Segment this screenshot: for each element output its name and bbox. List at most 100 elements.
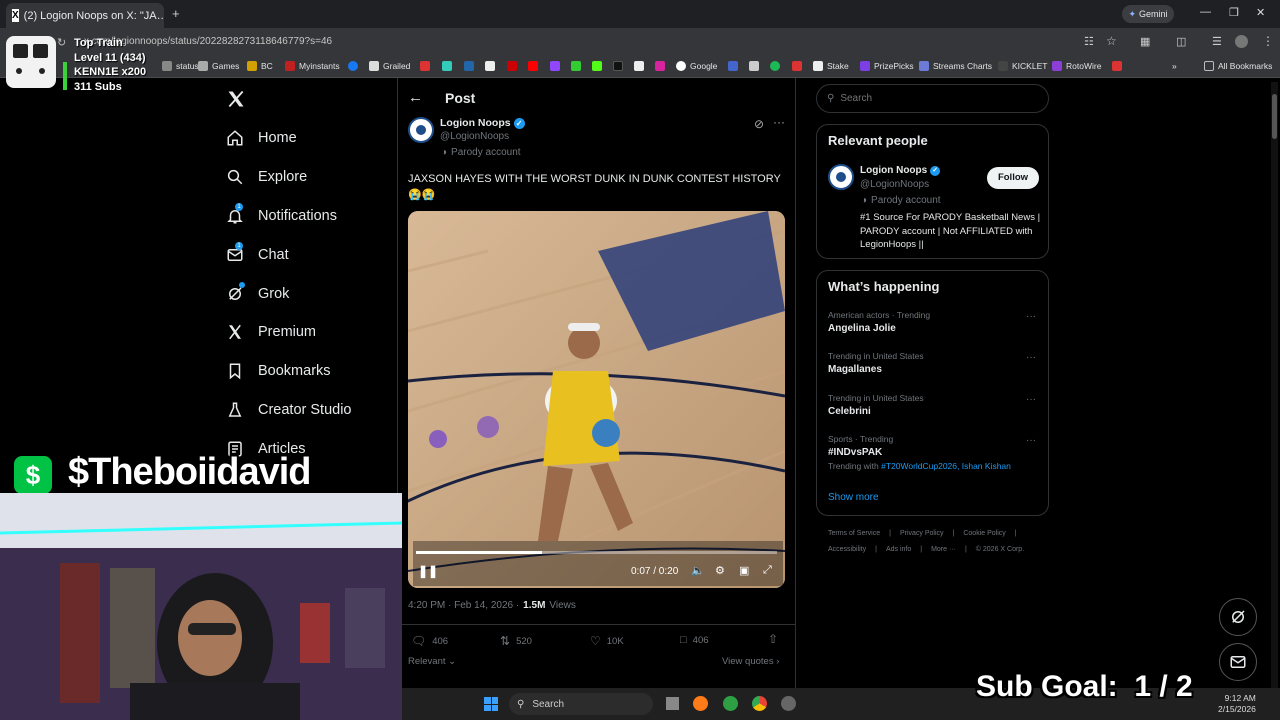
- bookmark-myinstants[interactable]: Myinstants: [285, 61, 340, 71]
- bookmark-instagram[interactable]: [655, 61, 665, 71]
- footer-link[interactable]: Cookie Policy: [963, 530, 1005, 537]
- settings-icon[interactable]: ⚙: [715, 564, 725, 577]
- star-icon[interactable]: ☆: [1106, 34, 1117, 48]
- new-tab-button[interactable]: +: [172, 6, 180, 21]
- footer-link[interactable]: Privacy Policy: [900, 530, 944, 537]
- bookmark-rotowire[interactable]: RotoWire: [1052, 61, 1101, 71]
- bookmark-games[interactable]: Games: [198, 61, 239, 71]
- video-progress-track[interactable]: [416, 551, 777, 554]
- windows-start-icon[interactable]: [484, 697, 498, 711]
- bookmark-icon-3[interactable]: [464, 61, 474, 71]
- window-close-icon[interactable]: ✕: [1256, 6, 1265, 19]
- repost-button[interactable]: ⇅ 520: [500, 634, 532, 648]
- install-icon[interactable]: ☷: [1084, 35, 1094, 48]
- search-box[interactable]: ⚲: [816, 84, 1049, 113]
- bookmark-x[interactable]: [634, 61, 644, 71]
- task-view-icon[interactable]: [666, 697, 679, 710]
- extensions-icon[interactable]: ▦: [1140, 35, 1150, 48]
- profile-avatar[interactable]: [1235, 35, 1248, 48]
- browser-tab[interactable]: X (2) Logion Noops on X: "JA… 🔊 ✕: [6, 3, 164, 28]
- fullscreen-icon[interactable]: ⤢: [763, 564, 772, 577]
- xbox-icon[interactable]: [723, 696, 738, 711]
- bookmark-facebook[interactable]: [348, 61, 358, 71]
- gemini-button[interactable]: ✦ Gemini: [1122, 5, 1174, 23]
- trend-more-icon[interactable]: ···: [1026, 352, 1036, 363]
- footer-link[interactable]: Accessibility: [828, 546, 866, 553]
- nav-explore[interactable]: Explore: [226, 168, 307, 186]
- bookmark-icon-1[interactable]: [420, 61, 430, 71]
- view-quotes-link[interactable]: View quotes ›: [722, 656, 779, 667]
- media-icon[interactable]: ☰: [1212, 35, 1222, 48]
- bookmark-icon-4[interactable]: [485, 61, 495, 71]
- footer-link[interactable]: Terms of Service: [828, 530, 880, 537]
- pip-icon[interactable]: ▣: [739, 564, 749, 577]
- pause-icon[interactable]: ❚❚: [418, 564, 438, 578]
- nav-bookmarks[interactable]: Bookmarks: [226, 362, 331, 380]
- scrollbar-track[interactable]: [1271, 82, 1278, 688]
- firefox-icon[interactable]: [693, 696, 708, 711]
- obs-icon[interactable]: [781, 696, 796, 711]
- sort-replies[interactable]: Relevant ⌄: [408, 656, 456, 667]
- footer-link[interactable]: Ads info: [886, 546, 911, 553]
- bookmark-button[interactable]: □ 406: [680, 634, 709, 646]
- trend-item-3[interactable]: Trending in United States Celebrini: [828, 393, 1038, 417]
- grok-float-button[interactable]: [1219, 598, 1257, 636]
- bookmark-kick[interactable]: [592, 61, 602, 71]
- bookmarks-overflow-icon[interactable]: »: [1172, 61, 1177, 71]
- back-arrow-icon[interactable]: ←: [408, 89, 423, 106]
- follow-button[interactable]: Follow: [987, 167, 1039, 189]
- more-options-icon[interactable]: ···: [773, 115, 785, 129]
- bookmark-youtube[interactable]: [528, 61, 538, 71]
- x-logo[interactable]: [226, 89, 246, 114]
- scrollbar-thumb[interactable]: [1272, 94, 1277, 139]
- taskbar-search[interactable]: ⚲ Search: [509, 693, 653, 715]
- maximize-icon[interactable]: ❐: [1229, 6, 1239, 19]
- bookmark-icon-6[interactable]: [571, 61, 581, 71]
- bookmark-kicklet[interactable]: KICKLET: [998, 61, 1047, 71]
- nav-chat[interactable]: 1 Chat: [226, 242, 289, 264]
- bookmark-grailed[interactable]: Grailed: [369, 61, 410, 71]
- taskbar-clock[interactable]: 9:12 AM 2/15/2026: [1218, 693, 1256, 715]
- author-name[interactable]: Logion Noops: [440, 117, 511, 129]
- bookmark-icon-7[interactable]: [728, 61, 738, 71]
- bookmark-twitch[interactable]: [550, 61, 560, 71]
- nav-home[interactable]: Home: [226, 129, 297, 147]
- show-more-link[interactable]: Show more: [828, 492, 879, 503]
- bookmark-bc[interactable]: BC: [247, 61, 273, 71]
- footer-link[interactable]: More ···: [931, 546, 956, 553]
- trend-item-2[interactable]: Trending in United States Magallanes: [828, 351, 1038, 375]
- bookmark-icon-2[interactable]: [442, 61, 452, 71]
- trend-more-icon[interactable]: ···: [1026, 435, 1036, 446]
- bookmark-tiktok[interactable]: [613, 61, 623, 71]
- trend-sub-links[interactable]: #T20WorldCup2026, Ishan Kishan: [881, 461, 1011, 471]
- bookmark-prizepicks[interactable]: PrizePicks: [860, 61, 914, 71]
- sidepanel-icon[interactable]: ◫: [1176, 35, 1186, 48]
- grok-action-icon[interactable]: ⊘: [754, 117, 764, 131]
- trend-item-1[interactable]: American actors · Trending Angelina Joli…: [828, 310, 1038, 334]
- trend-more-icon[interactable]: ···: [1026, 394, 1036, 405]
- address-bar[interactable]: x.com/logionnoops/status/202282827311864…: [60, 33, 1100, 51]
- nav-creator-studio[interactable]: Creator Studio: [226, 401, 352, 419]
- relevant-name[interactable]: Logion Noops: [860, 165, 927, 176]
- bookmark-status[interactable]: status: [162, 61, 199, 71]
- bookmark-icon-10[interactable]: [1112, 61, 1122, 71]
- bookmark-streams-charts[interactable]: Streams Charts: [919, 61, 992, 71]
- relevant-avatar[interactable]: [828, 164, 854, 190]
- messages-float-button[interactable]: [1219, 643, 1257, 681]
- relevant-handle[interactable]: @LogionNoops: [860, 179, 929, 190]
- all-bookmarks[interactable]: All Bookmarks: [1204, 61, 1272, 71]
- trend-item-4[interactable]: Sports · Trending #INDvsPAK Trending wit…: [828, 434, 1038, 471]
- bookmark-stake[interactable]: Stake: [813, 61, 849, 71]
- bookmark-icon-8[interactable]: [749, 61, 759, 71]
- minimize-icon[interactable]: —: [1200, 6, 1211, 18]
- chrome-icon[interactable]: [752, 696, 767, 711]
- menu-icon[interactable]: ⋮: [1262, 34, 1274, 48]
- like-button[interactable]: ♡ 10K: [590, 634, 624, 648]
- author-handle[interactable]: @LogionNoops: [440, 131, 509, 142]
- nav-grok[interactable]: Grok: [226, 282, 289, 303]
- search-input[interactable]: [840, 93, 1031, 104]
- author-name-row[interactable]: Logion Noops ✓: [440, 117, 525, 129]
- relevant-name-row[interactable]: Logion Noops ✓: [860, 165, 941, 176]
- author-avatar[interactable]: [408, 117, 434, 143]
- video-player[interactable]: ❚❚ 0:07 / 0:20 🔈 ⚙ ▣ ⤢: [408, 211, 785, 588]
